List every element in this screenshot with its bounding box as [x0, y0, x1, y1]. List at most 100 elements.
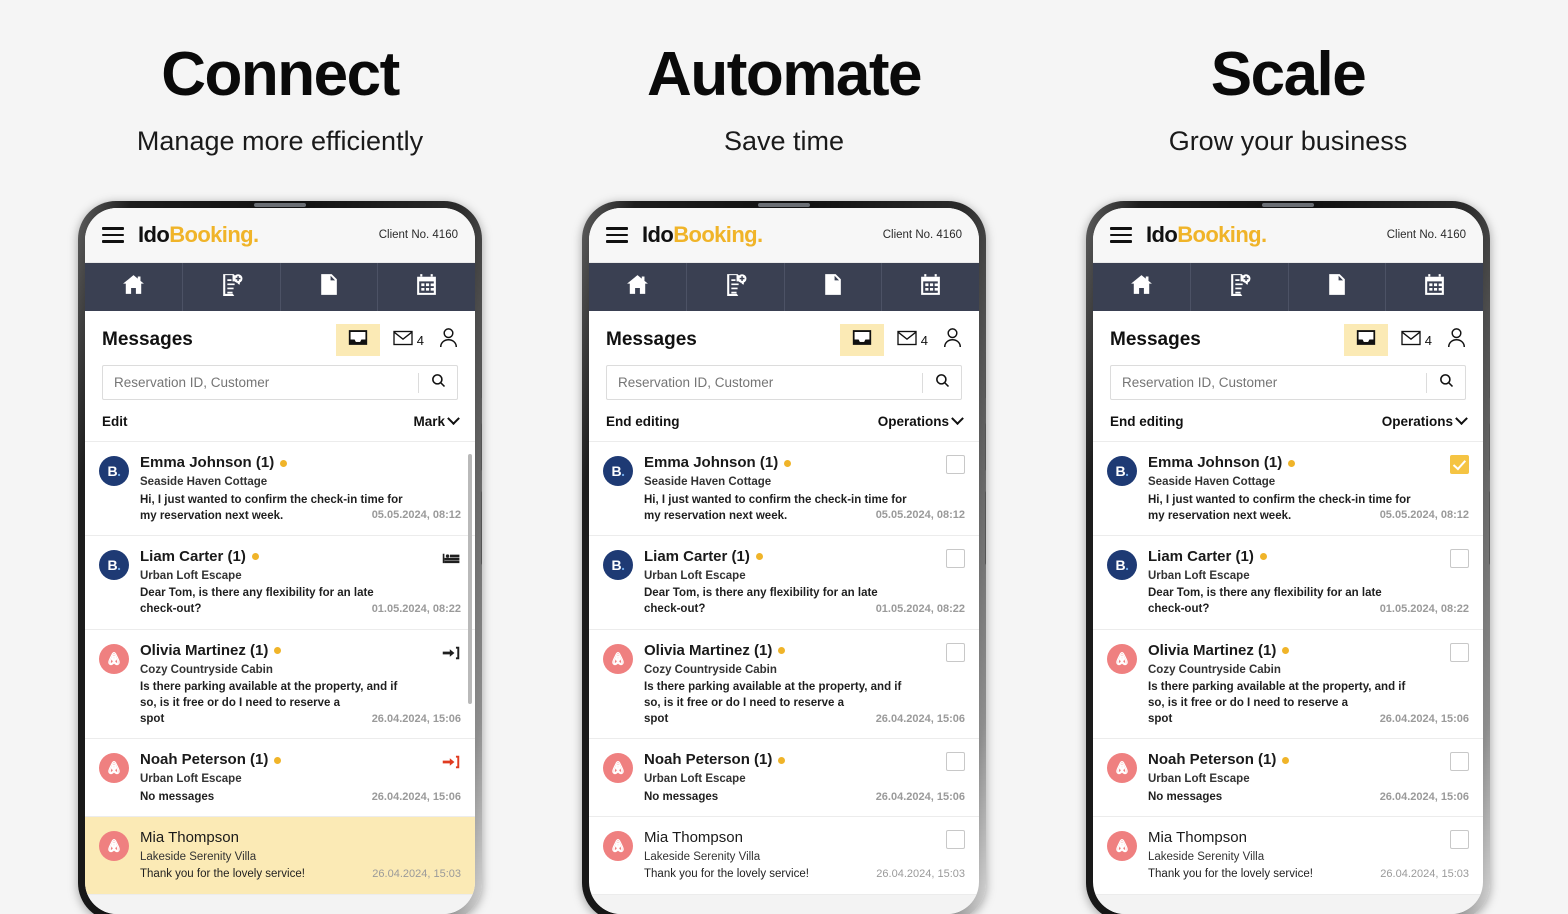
unread-mail-button[interactable]: 4 [897, 330, 928, 351]
search-button[interactable] [419, 373, 457, 393]
message-body: Mia Thompson Lakeside Serenity Villa Thank… [1137, 829, 1469, 883]
message-preview: No messages 26.04.2024, 15:06 [140, 789, 461, 805]
app-logo[interactable]: IdoBooking. [1146, 222, 1267, 248]
list-toolbar: End editing Operations [589, 400, 979, 443]
nav-item-calendar[interactable] [882, 263, 979, 311]
message-checkbox[interactable] [1450, 548, 1469, 568]
message-property: Lakeside Serenity Villa [140, 850, 257, 863]
nav-item-document[interactable] [785, 263, 883, 312]
unread-dot [778, 647, 786, 654]
envelope-icon [897, 330, 917, 351]
mark-dropdown[interactable]: Mark [413, 412, 460, 430]
hamburger-menu-icon[interactable] [102, 227, 124, 243]
unread-mail-button[interactable]: 4 [1401, 330, 1432, 351]
message-row[interactable]: Olivia Martinez (1) Cozy Countryside Cabi… [589, 630, 979, 740]
nav-item-document[interactable] [1289, 263, 1387, 312]
app-logo[interactable]: IdoBooking. [138, 222, 259, 248]
message-checkbox[interactable] [946, 752, 965, 772]
list-scrollbar[interactable] [468, 454, 472, 705]
phone-volume-up-button[interactable] [1489, 351, 1490, 400]
nav-item-document-add[interactable] [183, 263, 281, 312]
phone-power-button[interactable] [1489, 491, 1490, 566]
message-preview: Hi, I just wanted to confirm the check-i… [140, 492, 461, 524]
message-checkbox[interactable] [1450, 455, 1469, 475]
message-sender: Liam Carter (1) [1148, 548, 1469, 566]
search-button[interactable] [923, 373, 961, 393]
edit-mode-button[interactable]: End editing [606, 414, 680, 429]
search-input[interactable] [1111, 375, 1426, 391]
message-row[interactable]: B. Liam Carter (1) Urban Loft Escape Dear T… [1093, 536, 1483, 630]
message-preview: Dear Tom, is there any flexibility for a… [644, 585, 965, 617]
search-input[interactable] [103, 375, 418, 391]
nav-item-calendar[interactable] [378, 263, 475, 311]
hamburger-menu-icon[interactable] [606, 227, 628, 243]
unread-mail-count: 4 [416, 332, 424, 348]
envelope-icon [393, 330, 413, 351]
hamburger-menu-icon[interactable] [1110, 227, 1132, 243]
unread-mail-button[interactable]: 4 [393, 330, 424, 351]
operations-dropdown[interactable]: Operations [1382, 412, 1468, 429]
message-row[interactable]: Mia Thompson Lakeside Serenity Villa Thank… [1093, 817, 1483, 895]
logo-dot: . [757, 222, 763, 248]
message-checkbox[interactable] [946, 829, 965, 849]
message-checkbox[interactable] [1450, 752, 1469, 772]
app-logo[interactable]: IdoBooking. [642, 222, 763, 248]
unread-dot [280, 459, 288, 467]
message-row[interactable]: B. Emma Johnson (1) Seaside Haven Cottage H… [589, 442, 979, 536]
phone-volume-down-button[interactable] [985, 423, 986, 472]
search-button[interactable] [1427, 373, 1465, 393]
contacts-button[interactable] [941, 327, 962, 353]
nav-item-document-add[interactable] [687, 263, 785, 312]
search-input[interactable] [607, 375, 922, 391]
edit-mode-button[interactable]: End editing [1110, 414, 1184, 429]
nav-item-home[interactable] [85, 263, 183, 312]
chevron-down-icon [447, 412, 460, 426]
nav-item-document-add[interactable] [1191, 263, 1289, 312]
feature-column-2: Automate Save time IdoBooking. Client No. 4… [569, 0, 999, 914]
message-property: Cozy Countryside Cabin [644, 663, 777, 676]
message-row[interactable]: Noah Peterson (1) Urban Loft Escape No mes… [1093, 739, 1483, 817]
message-sender-name: Mia Thompson [1148, 828, 1247, 846]
message-row[interactable]: B. Emma Johnson (1) Seaside Haven Cottage H… [1093, 442, 1483, 536]
unread-dot [778, 756, 786, 764]
inbox-tray-button[interactable] [839, 324, 884, 357]
phone-volume-up-button[interactable] [985, 351, 986, 400]
inbox-tray-button[interactable] [335, 324, 380, 357]
phone-power-button[interactable] [481, 491, 482, 566]
phone-volume-down-button[interactable] [1489, 423, 1490, 472]
message-row[interactable]: B. Liam Carter (1) Urban Loft Escape Dear T… [589, 536, 979, 630]
search-area [589, 365, 979, 401]
message-checkbox[interactable] [946, 642, 965, 662]
nav-item-home[interactable] [1093, 263, 1191, 312]
message-row[interactable]: Mia Thompson Lakeside Serenity Villa Thank… [589, 817, 979, 895]
nav-item-home[interactable] [589, 263, 687, 312]
inbox-tray-button[interactable] [1343, 324, 1388, 357]
dropdown-label: Mark [413, 414, 445, 430]
message-row[interactable]: Mia Thompson Lakeside Serenity Villa Thank… [85, 816, 475, 895]
message-row[interactable]: Noah Peterson (1) Urban Loft Escape No mes… [85, 739, 475, 817]
message-row[interactable]: B. Emma Johnson (1) Seaside Haven Cottage H… [85, 442, 475, 536]
message-row[interactable]: Olivia Martinez (1) Cozy Countryside Cabi… [85, 630, 475, 740]
message-checkbox[interactable] [946, 548, 965, 568]
message-sender-name: Liam Carter (1) [644, 547, 750, 565]
message-checkbox[interactable] [1450, 829, 1469, 849]
message-sender-name: Emma Johnson (1) [644, 454, 779, 472]
message-row[interactable]: Noah Peterson (1) Urban Loft Escape No mes… [589, 739, 979, 817]
message-row[interactable]: Olivia Martinez (1) Cozy Countryside Cabi… [1093, 630, 1483, 740]
nav-item-document[interactable] [281, 263, 379, 312]
phone-volume-up-button[interactable] [481, 351, 482, 400]
phone-power-button[interactable] [985, 491, 986, 566]
search-box [1110, 365, 1466, 401]
operations-dropdown[interactable]: Operations [878, 412, 964, 429]
message-preview-line: No messages [1148, 790, 1223, 803]
messages-header: Messages 4 [85, 311, 475, 365]
contacts-button[interactable] [437, 327, 458, 353]
message-body: Olivia Martinez (1) Cozy Countryside Cabi… [633, 642, 965, 728]
message-checkbox[interactable] [1450, 642, 1469, 662]
contacts-button[interactable] [1445, 327, 1466, 353]
phone-volume-down-button[interactable] [481, 423, 482, 472]
message-checkbox[interactable] [946, 455, 965, 475]
edit-mode-button[interactable]: Edit [102, 414, 128, 429]
nav-item-calendar[interactable] [1386, 263, 1483, 311]
message-row[interactable]: B. Liam Carter (1) Urban Loft Escape Dear T… [85, 536, 475, 630]
